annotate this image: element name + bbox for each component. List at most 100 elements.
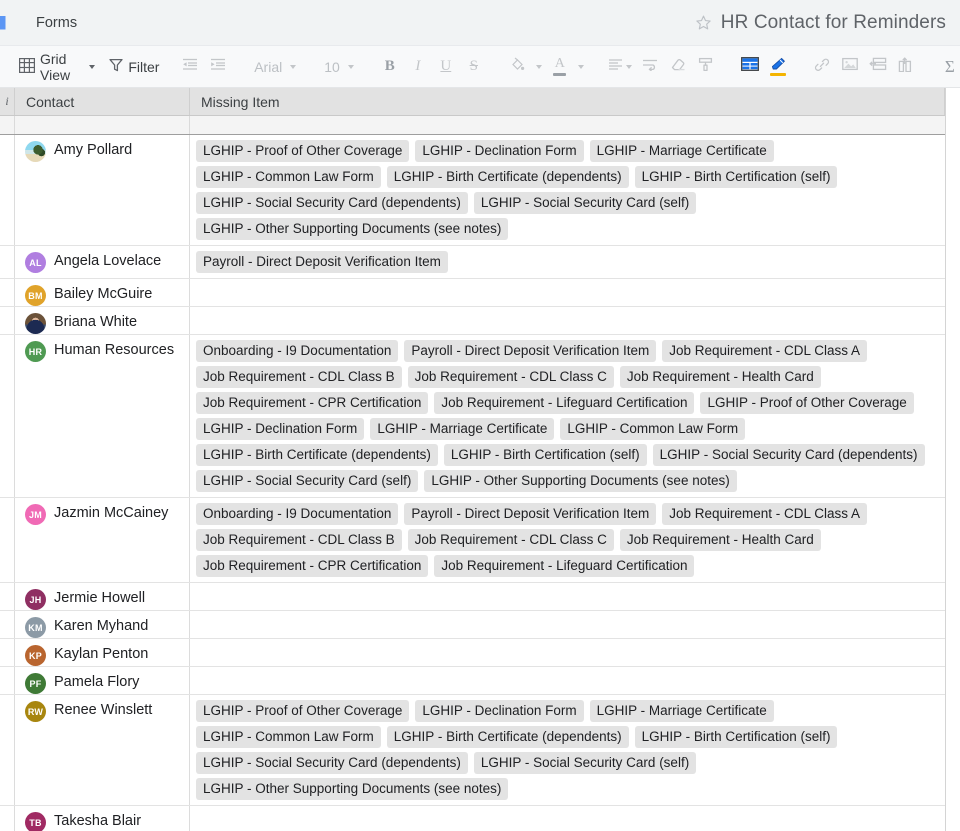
table-row[interactable]: JM Jazmin McCainey Onboarding - I9 Documen… xyxy=(0,498,945,583)
missing-item-tag[interactable]: LGHIP - Proof of Other Coverage xyxy=(196,700,410,722)
image-button[interactable] xyxy=(836,53,864,81)
partial-row-contact-cell[interactable] xyxy=(15,116,190,134)
strikethrough-button[interactable]: S xyxy=(460,53,488,81)
grid-view-button[interactable]: Grid View xyxy=(13,51,101,83)
missing-item-tag[interactable]: Job Requirement - Lifeguard Certificatio… xyxy=(434,392,695,414)
star-outline-icon[interactable] xyxy=(695,14,712,31)
italic-button[interactable]: I xyxy=(404,53,432,81)
row-gutter[interactable] xyxy=(0,695,15,805)
insert-column-button[interactable] xyxy=(892,53,920,81)
link-button[interactable] xyxy=(808,53,836,81)
missing-item-tag[interactable]: LGHIP - Birth Certification (self) xyxy=(634,166,838,188)
font-family-select[interactable]: Arial xyxy=(248,53,302,81)
table-row[interactable]: BM Bailey McGuire xyxy=(0,279,945,307)
contact-cell[interactable]: JM Jazmin McCainey xyxy=(15,498,190,582)
contact-cell[interactable]: RW Renee Winslett xyxy=(15,695,190,805)
table-row[interactable]: RW Renee Winslett LGHIP - Proof of Other C… xyxy=(0,695,945,806)
missing-item-tag[interactable]: LGHIP - Social Security Card (dependents… xyxy=(196,752,468,774)
missing-item-tag[interactable]: LGHIP - Social Security Card (dependents… xyxy=(196,192,468,214)
missing-item-tag[interactable]: LGHIP - Birth Certification (self) xyxy=(443,444,647,466)
row-gutter[interactable] xyxy=(0,135,15,245)
missing-item-tag[interactable]: LGHIP - Declination Form xyxy=(415,700,584,722)
missing-item-tag[interactable]: LGHIP - Birth Certificate (dependents) xyxy=(196,444,438,466)
table-row[interactable]: HR Human Resources Onboarding - I9 Documen… xyxy=(0,335,945,498)
tab-forms[interactable]: Forms xyxy=(24,11,89,35)
missing-item-tag[interactable]: Job Requirement - CPR Certification xyxy=(196,555,429,577)
contact-cell[interactable]: TB Takesha Blair xyxy=(15,806,190,831)
missing-item-tag[interactable]: LGHIP - Social Security Card (self) xyxy=(473,192,697,214)
bold-button[interactable]: B xyxy=(376,53,404,81)
row-gutter[interactable] xyxy=(0,335,15,497)
table-row[interactable]: KM Karen Myhand xyxy=(0,611,945,639)
missing-item-cell[interactable] xyxy=(190,806,945,831)
row-gutter[interactable] xyxy=(0,611,15,638)
missing-item-cell[interactable]: Onboarding - I9 Documentation Payroll - D… xyxy=(190,498,945,582)
wrap-text-button[interactable] xyxy=(636,53,664,81)
row-gutter[interactable] xyxy=(0,583,15,610)
missing-item-cell[interactable]: LGHIP - Proof of Other Coverage LGHIP - D… xyxy=(190,135,945,245)
table-row[interactable]: Briana White xyxy=(0,307,945,335)
row-gutter[interactable] xyxy=(0,279,15,306)
missing-item-cell[interactable]: Onboarding - I9 Documentation Payroll - D… xyxy=(190,335,945,497)
missing-item-cell[interactable] xyxy=(190,583,945,610)
text-color-dropdown[interactable] xyxy=(574,53,588,81)
highlight-button[interactable] xyxy=(764,53,792,81)
clear-format-button[interactable] xyxy=(664,53,692,81)
missing-item-tag[interactable]: Job Requirement - CPR Certification xyxy=(196,392,429,414)
missing-item-tag[interactable]: Job Requirement - CDL Class B xyxy=(196,366,402,388)
missing-item-tag[interactable]: LGHIP - Proof of Other Coverage xyxy=(700,392,914,414)
missing-item-tag[interactable]: LGHIP - Marriage Certificate xyxy=(370,418,555,440)
format-painter-button[interactable] xyxy=(692,53,720,81)
missing-item-tag[interactable]: Job Requirement - CDL Class C xyxy=(407,366,614,388)
missing-item-tag[interactable]: Onboarding - I9 Documentation xyxy=(196,503,399,525)
missing-item-cell[interactable] xyxy=(190,667,945,694)
missing-item-tag[interactable]: LGHIP - Common Law Form xyxy=(196,166,381,188)
missing-item-tag[interactable]: Job Requirement - Lifeguard Certificatio… xyxy=(434,555,695,577)
missing-item-tag[interactable]: LGHIP - Marriage Certificate xyxy=(589,140,774,162)
missing-item-tag[interactable]: Job Requirement - CDL Class C xyxy=(407,529,614,551)
missing-item-tag[interactable]: Payroll - Direct Deposit Verification It… xyxy=(404,340,657,362)
missing-item-tag[interactable]: Onboarding - I9 Documentation xyxy=(196,340,399,362)
missing-item-tag[interactable]: Payroll - Direct Deposit Verification It… xyxy=(196,251,448,273)
missing-item-cell[interactable] xyxy=(190,639,945,666)
missing-item-tag[interactable]: LGHIP - Other Supporting Documents (see … xyxy=(196,778,509,800)
missing-item-cell[interactable] xyxy=(190,307,945,334)
table-row[interactable]: JH Jermie Howell xyxy=(0,583,945,611)
row-gutter[interactable] xyxy=(0,307,15,334)
align-button[interactable] xyxy=(604,53,636,81)
row-gutter[interactable] xyxy=(0,806,15,831)
column-header-contact[interactable]: Contact xyxy=(15,88,190,115)
missing-item-tag[interactable]: LGHIP - Proof of Other Coverage xyxy=(196,140,410,162)
missing-item-tag[interactable]: LGHIP - Social Security Card (self) xyxy=(473,752,697,774)
column-header-missing-item[interactable]: Missing Item xyxy=(190,88,945,115)
missing-item-tag[interactable]: LGHIP - Social Security Card (dependents… xyxy=(652,444,925,466)
insert-row-button[interactable] xyxy=(864,53,892,81)
contact-cell[interactable]: KP Kaylan Penton xyxy=(15,639,190,666)
missing-item-tag[interactable]: LGHIP - Declination Form xyxy=(415,140,584,162)
contact-cell[interactable]: Briana White xyxy=(15,307,190,334)
missing-item-cell[interactable] xyxy=(190,611,945,638)
missing-item-tag[interactable]: Job Requirement - Health Card xyxy=(619,366,821,388)
app-menu-icon[interactable] xyxy=(0,15,6,30)
table-row[interactable]: AL Angela Lovelace Payroll - Direct Deposi… xyxy=(0,246,945,279)
row-gutter[interactable] xyxy=(0,667,15,694)
contact-cell[interactable]: KM Karen Myhand xyxy=(15,611,190,638)
missing-item-tag[interactable]: LGHIP - Declination Form xyxy=(196,418,365,440)
partial-row-above[interactable] xyxy=(0,116,945,135)
missing-item-cell[interactable]: Payroll - Direct Deposit Verification It… xyxy=(190,246,945,278)
row-gutter[interactable] xyxy=(0,246,15,278)
missing-item-tag[interactable]: LGHIP - Other Supporting Documents (see … xyxy=(424,470,737,492)
contact-cell[interactable]: BM Bailey McGuire xyxy=(15,279,190,306)
missing-item-tag[interactable]: LGHIP - Social Security Card (self) xyxy=(196,470,419,492)
contact-cell[interactable]: PF Pamela Flory xyxy=(15,667,190,694)
indent-increase-button[interactable] xyxy=(204,53,232,81)
missing-item-tag[interactable]: LGHIP - Marriage Certificate xyxy=(589,700,774,722)
missing-item-tag[interactable]: LGHIP - Birth Certificate (dependents) xyxy=(386,726,629,748)
row-number-header[interactable]: i xyxy=(0,88,15,115)
indent-decrease-button[interactable] xyxy=(176,53,204,81)
table-row[interactable]: PF Pamela Flory xyxy=(0,667,945,695)
filter-button[interactable]: Filter xyxy=(109,53,161,81)
row-gutter[interactable] xyxy=(0,498,15,582)
fill-color-button[interactable] xyxy=(504,53,532,81)
partial-row-missing-cell[interactable] xyxy=(190,116,945,134)
